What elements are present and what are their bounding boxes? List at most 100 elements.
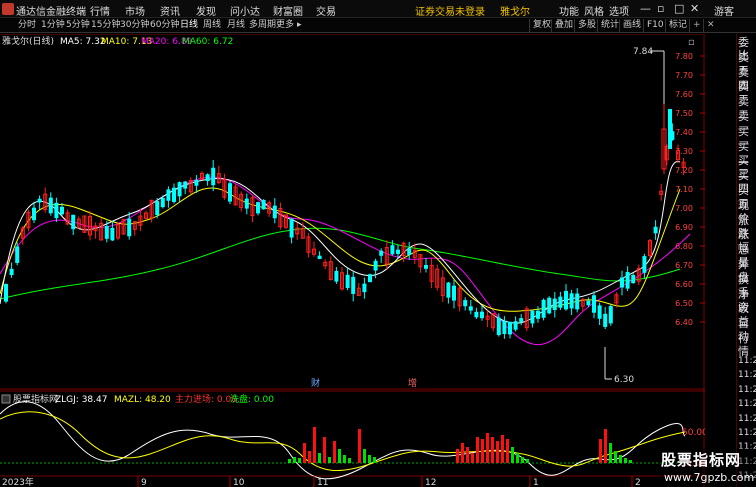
close-icon[interactable]: ✕	[690, 2, 699, 15]
tab-more-arrow-icon[interactable]: ▸	[297, 19, 302, 32]
candle	[351, 271, 356, 302]
indicator-bar	[511, 447, 514, 463]
candle	[328, 256, 333, 281]
tab-monthly[interactable]: 月线	[227, 19, 245, 32]
plus-icon[interactable]: +	[689, 19, 701, 32]
candle	[65, 209, 70, 226]
menu-jiaoyi[interactable]: 交易	[316, 3, 336, 18]
candle	[312, 241, 316, 257]
tab-weekly[interactable]: 周线	[203, 19, 221, 32]
tool-xuanxiang[interactable]: 选项	[609, 3, 629, 18]
low-marker: 6.30	[604, 347, 634, 385]
candle	[446, 281, 451, 304]
indicator-bar	[308, 451, 311, 463]
indicator-bar	[368, 455, 371, 463]
restore-icon[interactable]: ▫	[657, 2, 664, 15]
event-marker-zeng[interactable]: 增	[408, 377, 417, 389]
candle	[480, 305, 484, 321]
candle	[284, 214, 288, 229]
indicator-bar	[604, 429, 607, 463]
minimize-icon[interactable]: —	[640, 2, 651, 15]
tool-tongji[interactable]: 统计	[597, 19, 619, 32]
indicator-bar	[333, 441, 336, 463]
tool-fengge[interactable]: 风格	[584, 3, 604, 18]
candle	[261, 199, 266, 210]
tab-30min[interactable]: 30分钟	[120, 19, 149, 32]
tab-more[interactable]: 更多	[276, 19, 294, 32]
candle	[172, 183, 176, 204]
xaxis-label-1: 1	[533, 478, 539, 487]
candle	[289, 218, 294, 244]
tool-diejia[interactable]: 叠加	[551, 19, 573, 32]
title-bar: 通达信金融终端 行情 市场 资讯 发现 问小达 财富圈 交易 证券交易未登录 雅…	[0, 0, 756, 18]
maximize-icon[interactable]: □	[674, 2, 684, 15]
candle	[603, 307, 608, 330]
candle	[256, 201, 260, 216]
menu-faxian[interactable]: 发现	[196, 3, 216, 18]
tool-f10[interactable]: F10	[643, 19, 664, 32]
indicator-bar	[461, 443, 464, 463]
candle	[340, 266, 344, 291]
tick-time: 11:29	[738, 399, 756, 410]
menu-shichang[interactable]: 市场	[125, 3, 145, 18]
menu-wenxiaoda[interactable]: 问小达	[230, 3, 260, 18]
kline-chart[interactable]: 雅戈尔(日线) MA5: 7.32 MA10: 7.13 MA20: 6.89 …	[0, 34, 705, 487]
app-logo-icon	[2, 3, 14, 15]
candle	[547, 296, 552, 315]
candle	[188, 177, 193, 194]
indicator-bar	[496, 441, 499, 463]
candle	[642, 253, 647, 280]
candle	[244, 193, 249, 215]
indicator-toggle-icon[interactable]	[1, 394, 11, 404]
panel-settings-icon[interactable]: ▫	[688, 37, 695, 48]
candle	[524, 306, 529, 332]
indicator-bar	[288, 459, 291, 463]
indicator-bar	[624, 458, 627, 463]
xaxis-label-11: 11	[317, 478, 328, 487]
candle	[132, 221, 137, 236]
tab-fenshi[interactable]: 分时	[18, 19, 36, 32]
quote-field-label[interactable]: 行情	[738, 332, 756, 358]
login-notice[interactable]: 证券交易未登录	[415, 3, 485, 18]
candle	[26, 209, 31, 232]
tab-5min[interactable]: 5分钟	[66, 19, 90, 32]
tab-multi-period[interactable]: 多周期	[249, 19, 276, 32]
indicator-bar	[501, 435, 504, 463]
event-marker-cai[interactable]: 财	[311, 377, 320, 389]
tab-daily[interactable]: 日线	[180, 19, 198, 32]
candle	[71, 214, 76, 236]
candle	[435, 264, 440, 291]
xaxis-label-9: 9	[141, 478, 147, 487]
ma-lines	[0, 161, 691, 345]
menu-caifuquan[interactable]: 财富圈	[273, 3, 303, 18]
time-axis: 2023年 9 10 11 12 1 2	[2, 476, 641, 487]
app-name: 通达信金融终端	[16, 7, 86, 18]
candle	[620, 270, 624, 296]
tool-duogu[interactable]: 多股	[574, 19, 596, 32]
candle	[183, 180, 188, 195]
menu-zixun[interactable]: 资讯	[160, 3, 180, 18]
indicator-bar	[293, 457, 296, 463]
tab-15min[interactable]: 15分钟	[91, 19, 120, 32]
candle	[4, 283, 8, 304]
tick-time: 11:29	[738, 356, 756, 366]
candle	[491, 313, 496, 332]
menu-hangqing[interactable]: 行情	[90, 3, 110, 18]
tool-gongneng[interactable]: 功能	[559, 3, 579, 18]
close-icon[interactable]: ✕	[703, 19, 715, 32]
tool-biaoji[interactable]: 标记	[665, 19, 687, 32]
tool-fuquan[interactable]: 复权	[529, 19, 551, 32]
indicator-bar	[328, 457, 331, 463]
tab-1min[interactable]: 1分钟	[41, 19, 65, 32]
indicator-bar	[323, 437, 326, 463]
indicator-bar	[348, 458, 351, 463]
candle	[508, 321, 512, 339]
tab-60min[interactable]: 60分钟	[150, 19, 179, 32]
candle	[396, 244, 400, 259]
candle	[452, 279, 456, 309]
candle	[317, 251, 322, 260]
guest-label[interactable]: 游客	[714, 3, 734, 18]
tool-huaxian[interactable]: 画线	[619, 19, 641, 32]
price-tick-label: 6.50	[675, 299, 693, 308]
tick-time: 11:29	[738, 370, 756, 381]
